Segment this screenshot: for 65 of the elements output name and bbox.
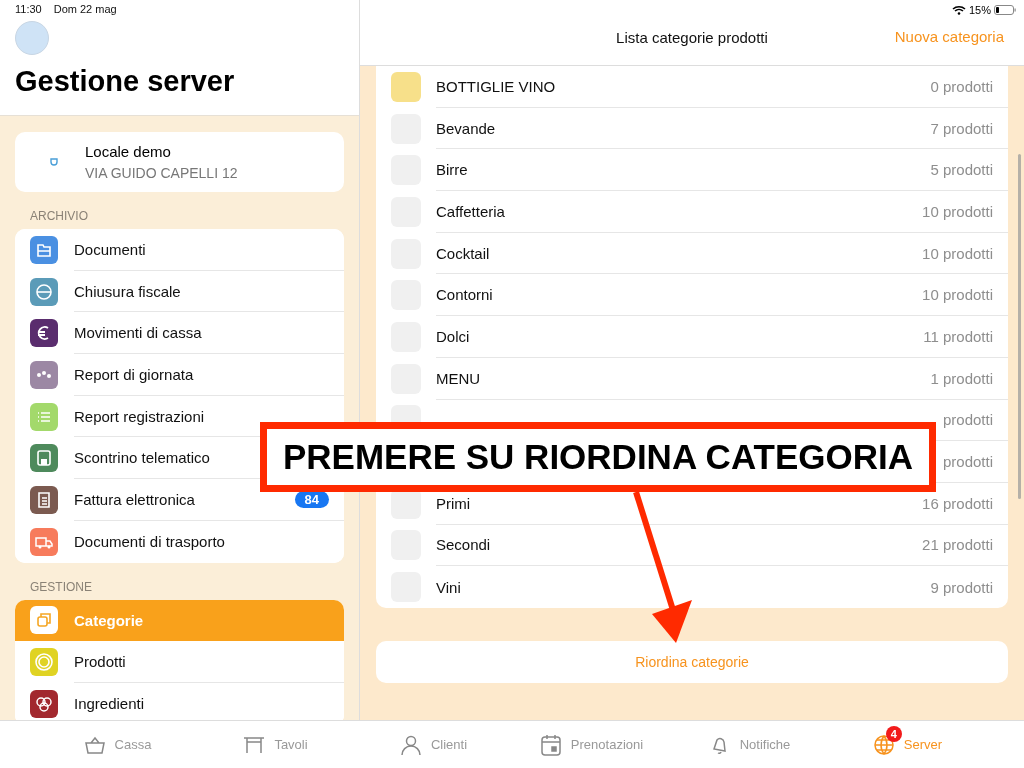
menu-label: Report di giornata — [74, 365, 194, 383]
product-count: 5 prodotti — [930, 161, 993, 179]
product-count: 10 prodotti — [922, 286, 993, 304]
menu-label: Chiusura fiscale — [74, 282, 181, 300]
notification-badge: 4 — [885, 725, 902, 742]
category-name: BOTTIGLIE VINO — [436, 77, 556, 95]
status-date: Dom 22 mag — [53, 3, 117, 15]
category-name: MENU — [436, 369, 481, 387]
globe-icon — [871, 732, 896, 757]
category-row[interactable]: Bevande 7 prodotti — [376, 107, 1008, 150]
category-name: Bevande — [436, 119, 496, 137]
category-name: Birre — [436, 161, 468, 179]
venue-name: Locale demo — [85, 143, 172, 160]
product-count: prodotti — [942, 411, 993, 429]
menu-item[interactable]: Documenti — [15, 229, 344, 271]
menu-label: Categorie — [74, 611, 144, 629]
battery-icon — [994, 5, 1016, 15]
menu-label: Movimenti di cassa — [74, 324, 202, 342]
category-name: Secondi — [436, 536, 491, 554]
menu-label: Report registrazioni — [74, 407, 205, 425]
menu-label: Prodotti — [74, 653, 126, 671]
category-name: Primi — [436, 494, 471, 512]
product-count: prodotti — [942, 453, 993, 471]
screen-title: Lista categorie prodotti — [616, 28, 768, 46]
product-count: 10 prodotti — [922, 244, 993, 262]
category-name: Vini — [436, 578, 461, 596]
category-name: Cocktail — [436, 244, 490, 262]
category-name: Contorni — [436, 286, 493, 304]
category-row[interactable]: Cocktail 10 prodotti — [376, 232, 1008, 275]
battery-percent: 15% — [968, 4, 991, 16]
category-row[interactable]: Dolci 11 prodotti — [376, 316, 1008, 358]
venue-card[interactable]: Locale demo VIA GUIDO CAPELLI 12 — [15, 132, 344, 192]
product-count: 0 prodotti — [930, 77, 993, 95]
menu-label: Ingredienti — [74, 695, 145, 713]
section-heading: ARCHIVIO — [30, 209, 89, 223]
product-count: 16 prodotti — [922, 494, 993, 512]
category-row[interactable]: Secondi 21 prodotti — [376, 524, 1008, 567]
category-row[interactable]: BOTTIGLIE VINO 0 prodotti — [376, 66, 1008, 108]
category-row[interactable]: Contorni 10 prodotti — [376, 274, 1008, 317]
category-name: Dolci — [436, 327, 470, 345]
calendar-icon — [538, 732, 563, 757]
menu-label: Documenti di trasporto — [74, 533, 225, 551]
product-count: 21 prodotti — [922, 536, 993, 554]
menu-label: Documenti — [74, 240, 146, 258]
category-row[interactable]: Caffetteria 10 prodotti — [376, 191, 1008, 233]
product-count: 10 prodotti — [922, 202, 993, 220]
page-title: Gestione server — [15, 65, 236, 98]
instruction-tooltip: PREMERE SU RIORDINA CATEGORIA — [260, 422, 936, 492]
status-time: 11:30 — [15, 3, 42, 15]
section-heading: GESTIONE — [30, 579, 93, 594]
product-count: 9 prodotti — [930, 578, 993, 596]
product-count: 7 prodotti — [930, 119, 993, 137]
category-row[interactable]: Vini 9 prodotti — [376, 566, 1008, 608]
category-row[interactable]: Birre 5 prodotti — [376, 149, 1008, 192]
menu-label: Fattura elettronica — [74, 490, 195, 508]
venue-address: VIA GUIDO CAPELLI 12 — [85, 165, 238, 181]
wifi-icon — [951, 5, 966, 15]
shield-icon — [50, 158, 58, 166]
tab-item[interactable]: 4 Server — [828, 721, 986, 768]
product-count: 1 prodotti — [930, 369, 993, 387]
avatar[interactable] — [15, 21, 49, 55]
category-name: Caffetteria — [436, 202, 505, 220]
product-count: 11 prodotti — [923, 327, 993, 345]
menu-label: Scontrino telematico — [74, 449, 210, 467]
category-row[interactable]: MENU 1 prodotti — [376, 357, 1008, 400]
